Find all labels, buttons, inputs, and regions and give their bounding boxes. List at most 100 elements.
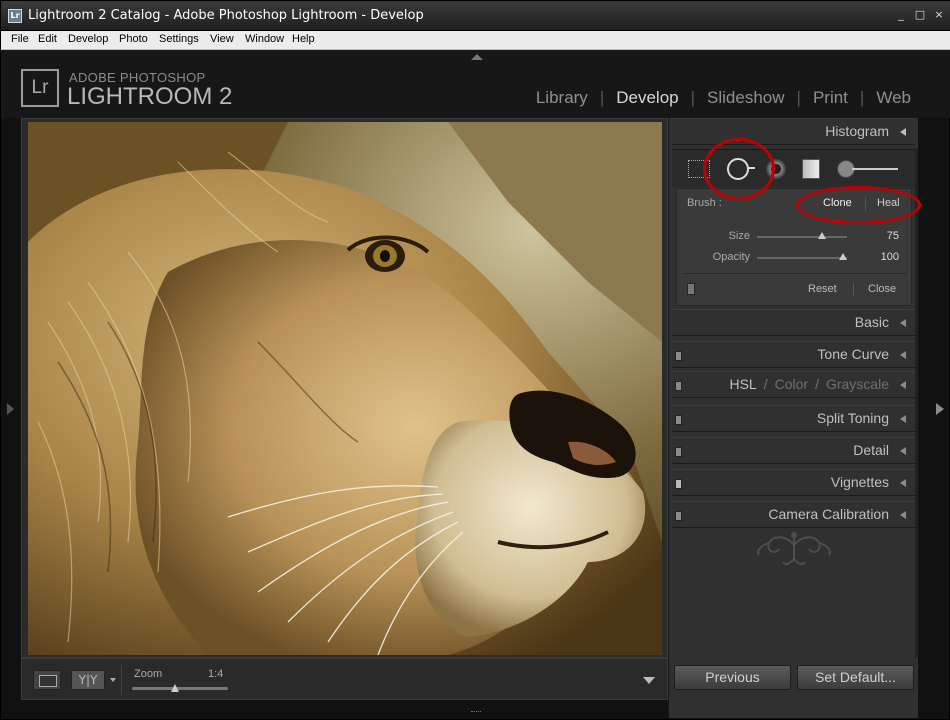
panel-histogram[interactable]: Histogram <box>672 118 915 145</box>
before-after-button[interactable]: Y|Y <box>71 670 105 690</box>
module-print[interactable]: Print <box>813 88 848 108</box>
lion-photo[interactable] <box>28 122 662 655</box>
menu-file[interactable]: File <box>11 33 29 45</box>
minimize-button[interactable]: _ <box>894 8 908 21</box>
collapse-arrow-icon[interactable] <box>900 479 906 487</box>
module-separator: | <box>690 88 696 107</box>
size-row: Size 75 <box>677 229 913 245</box>
size-slider-thumb[interactable] <box>817 232 826 239</box>
panel-switch-icon[interactable] <box>675 415 682 425</box>
panel-detail[interactable]: Detail <box>672 437 915 464</box>
zoom-slider[interactable] <box>132 687 228 690</box>
zoom-slider-thumb[interactable] <box>171 684 180 692</box>
tab-hsl[interactable]: HSL <box>729 376 756 392</box>
photo-canvas <box>21 118 668 658</box>
close-button[interactable]: × <box>932 8 946 21</box>
title-bar[interactable]: Lr Lightroom 2 Catalog - Adobe Photoshop… <box>1 1 950 31</box>
before-after-dropdown-icon[interactable] <box>110 678 116 682</box>
graduated-filter-icon[interactable] <box>802 159 820 179</box>
panel-tone-curve-label: Tone Curve <box>817 346 889 362</box>
panel-switch-icon[interactable] <box>675 479 682 489</box>
module-web[interactable]: Web <box>876 88 911 108</box>
panel-switch-icon[interactable] <box>675 351 682 361</box>
menu-photo[interactable]: Photo <box>119 33 148 45</box>
collapse-arrow-icon[interactable] <box>900 511 906 519</box>
opacity-slider-thumb[interactable] <box>838 253 847 260</box>
menu-bar: File Edit Develop Photo Settings View Wi… <box>1 31 950 50</box>
tab-grayscale[interactable]: Grayscale <box>826 376 889 392</box>
toolbar-menu-icon[interactable] <box>643 677 655 684</box>
menu-view[interactable]: View <box>210 33 234 45</box>
previous-button[interactable]: Previous <box>674 665 791 690</box>
module-separator: | <box>859 88 865 107</box>
top-panel-toggle-icon[interactable] <box>471 54 483 60</box>
close-tool-button[interactable]: Close <box>868 283 896 295</box>
module-separator: | <box>796 88 801 107</box>
window-title: Lightroom 2 Catalog - Adobe Photoshop Li… <box>28 8 424 23</box>
collapse-arrow-icon[interactable] <box>900 128 906 136</box>
mode-separator <box>865 197 866 211</box>
adjustment-brush-slider <box>852 168 898 170</box>
spot-removal-icon[interactable] <box>727 158 755 180</box>
set-default-button[interactable]: Set Default... <box>797 665 914 690</box>
maximize-button[interactable]: □ <box>913 8 927 21</box>
collapse-arrow-icon[interactable] <box>900 351 906 359</box>
panel-basic[interactable]: Basic <box>672 309 915 336</box>
lightroom-window: Lr Lightroom 2 Catalog - Adobe Photoshop… <box>0 0 950 720</box>
size-label: Size <box>728 230 750 242</box>
panel-tone-curve[interactable]: Tone Curve <box>672 341 915 368</box>
tab-color[interactable]: Color <box>775 376 808 392</box>
left-panel-toggle-icon[interactable] <box>7 403 14 415</box>
clone-button[interactable]: Clone <box>823 197 852 209</box>
app-icon: Lr <box>8 9 22 23</box>
right-panel: Histogram Brush : Clone Heal Size 75 Opa <box>668 118 918 718</box>
hsl-tabs: HSL / Color / Grayscale <box>729 376 889 392</box>
zoom-label: Zoom <box>134 668 163 680</box>
menu-develop[interactable]: Develop <box>68 33 108 45</box>
spot-tool-switch[interactable] <box>687 283 695 295</box>
zoom-value: 1:4 <box>208 668 224 680</box>
menu-edit[interactable]: Edit <box>38 33 57 45</box>
module-develop[interactable]: Develop <box>616 88 678 108</box>
size-value[interactable]: 75 <box>887 230 899 242</box>
reset-separator <box>853 283 854 297</box>
bottom-panel-toggle-icon[interactable] <box>471 711 481 715</box>
heal-button[interactable]: Heal <box>877 197 900 209</box>
panel-switch-icon[interactable] <box>675 511 682 521</box>
collapse-arrow-icon[interactable] <box>900 381 906 389</box>
collapse-arrow-icon[interactable] <box>900 415 906 423</box>
module-slideshow[interactable]: Slideshow <box>707 88 785 108</box>
panel-end-ornament-icon <box>757 532 831 565</box>
crop-overlay-icon[interactable] <box>688 160 710 178</box>
size-slider[interactable] <box>757 236 847 238</box>
identity-line-2: LIGHTROOM 2 <box>67 83 233 110</box>
loupe-view-button[interactable] <box>33 670 61 690</box>
panel-split-toning[interactable]: Split Toning <box>672 405 915 432</box>
brush-label: Brush : <box>687 197 722 209</box>
collapse-arrow-icon[interactable] <box>900 319 906 327</box>
toolbar-divider <box>121 665 122 695</box>
panel-switch-icon[interactable] <box>675 381 682 391</box>
red-eye-correction-icon[interactable] <box>765 158 787 180</box>
spot-removal-panel: Brush : Clone Heal Size 75 Opacity 100 R… <box>676 188 912 306</box>
reset-button[interactable]: Reset <box>808 283 837 295</box>
panel-scrollbar[interactable] <box>915 148 918 658</box>
panel-camera-calibration[interactable]: Camera Calibration <box>672 501 915 528</box>
lr-logo: Lr <box>21 69 59 107</box>
panel-camera-calibration-label: Camera Calibration <box>768 506 889 522</box>
menu-settings[interactable]: Settings <box>159 33 199 45</box>
panel-vignettes[interactable]: Vignettes <box>672 469 915 496</box>
tab-separator: / <box>763 376 768 392</box>
opacity-value[interactable]: 100 <box>881 251 899 263</box>
panel-hsl[interactable]: HSL / Color / Grayscale <box>672 371 915 398</box>
collapse-arrow-icon[interactable] <box>900 447 906 455</box>
menu-help[interactable]: Help <box>292 33 315 45</box>
module-picker: Library | Develop | Slideshow | Print | … <box>536 88 911 108</box>
opacity-slider[interactable] <box>757 257 847 259</box>
spot-panel-divider <box>683 273 907 274</box>
tool-strip <box>672 149 915 187</box>
module-library[interactable]: Library <box>536 88 588 108</box>
menu-window[interactable]: Window <box>245 33 284 45</box>
panel-switch-icon[interactable] <box>675 447 682 457</box>
right-panel-toggle-icon[interactable] <box>936 403 944 415</box>
